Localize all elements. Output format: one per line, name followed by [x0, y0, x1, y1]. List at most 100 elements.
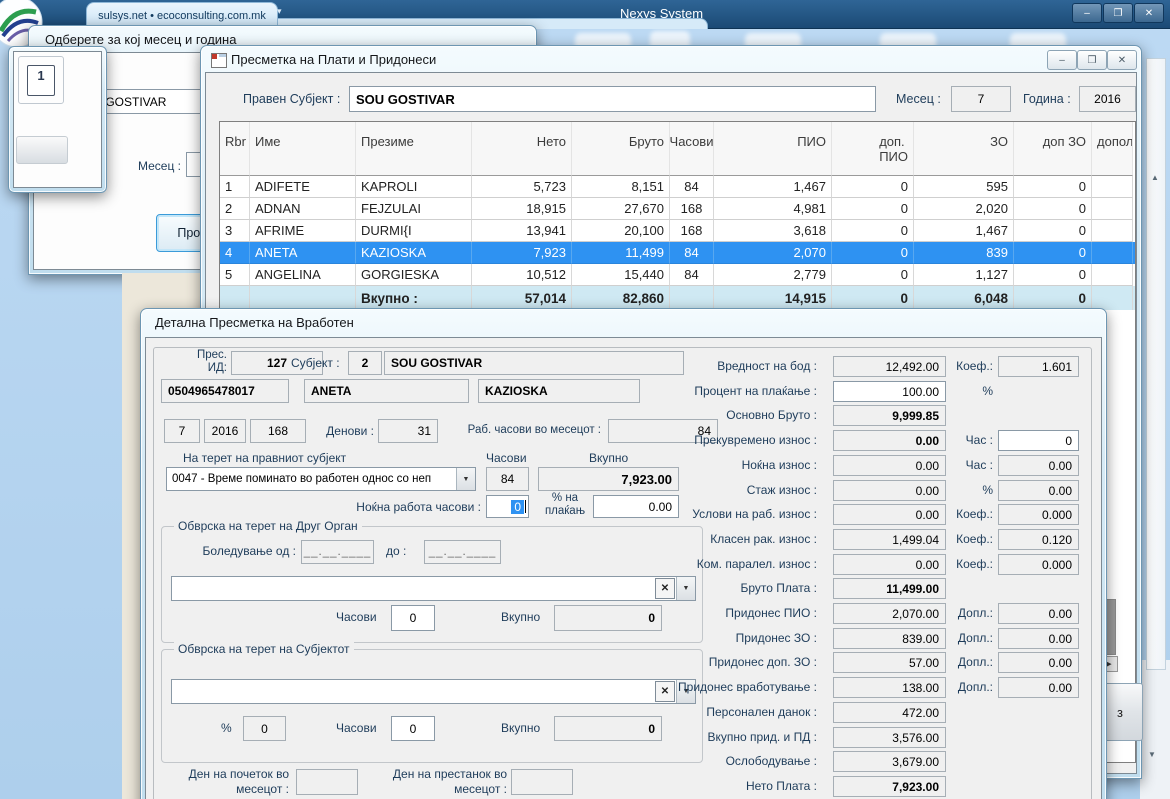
- year-label: Година :: [1023, 92, 1071, 106]
- payroll-window-title: Пресметка на Плати и Придонеси: [231, 52, 436, 67]
- cell-6[interactable]: 2,070: [714, 242, 832, 264]
- column-header-8[interactable]: ЗО: [914, 122, 1014, 176]
- cell-2[interactable]: KAZIOSKA: [356, 242, 472, 264]
- cell-0[interactable]: 5: [220, 264, 250, 286]
- cell-0[interactable]: 4: [220, 242, 250, 264]
- cell-6[interactable]: 3,618: [714, 220, 832, 242]
- cell-1[interactable]: ANGELINA: [250, 264, 356, 286]
- cell-0[interactable]: 2: [220, 198, 250, 220]
- employee-row-4[interactable]: 5ANGELINAGORGIESKA10,51215,440842,77901,…: [220, 264, 1135, 286]
- employee-row-3[interactable]: 4ANETAKAZIOSKA7,92311,499842,07008390: [220, 242, 1135, 264]
- payroll-minimize-button[interactable]: –: [1047, 50, 1077, 70]
- cell-8[interactable]: 2,020: [914, 198, 1014, 220]
- calc-label-1: Процент на плаќање :: [641, 384, 817, 398]
- cell-10[interactable]: [1092, 242, 1133, 264]
- cell-1[interactable]: ADIFETE: [250, 176, 356, 198]
- scroll-up-icon[interactable]: ▲: [1151, 173, 1159, 182]
- column-header-4[interactable]: Бруто: [572, 122, 670, 176]
- column-header-0[interactable]: Rbr: [220, 122, 250, 176]
- calc-extra-value-3[interactable]: 0: [998, 430, 1079, 451]
- cell-8[interactable]: 1,127: [914, 264, 1014, 286]
- column-header-9[interactable]: доп ЗО: [1014, 122, 1092, 176]
- app-minimize-button[interactable]: –: [1072, 3, 1102, 23]
- subject-input[interactable]: SOU GOSTIVAR: [349, 86, 876, 112]
- cell-5[interactable]: 84: [670, 242, 714, 264]
- minimize-icon: –: [1084, 8, 1090, 19]
- column-header-3[interactable]: Нето: [472, 122, 572, 176]
- cell-10[interactable]: [1092, 176, 1133, 198]
- cell-3[interactable]: 18,915: [472, 198, 572, 220]
- cell-2[interactable]: KAPROLI: [356, 176, 472, 198]
- cell-4[interactable]: 20,100: [572, 220, 670, 242]
- cell-4[interactable]: 11,499: [572, 242, 670, 264]
- calc-extra-label-12: Допл.:: [945, 655, 993, 669]
- cell-9[interactable]: 0: [1014, 242, 1092, 264]
- employee-row-0[interactable]: 1ADIFETEKAPROLI5,7238,151841,46705950: [220, 176, 1135, 198]
- mdi-vertical-scrollbar[interactable]: ▲: [1146, 58, 1166, 670]
- cell-9[interactable]: 0: [1014, 220, 1092, 242]
- cell-7[interactable]: 0: [832, 242, 914, 264]
- cell-4[interactable]: 27,670: [572, 198, 670, 220]
- cell-7[interactable]: 0: [832, 220, 914, 242]
- cell-2[interactable]: DURMI{I: [356, 220, 472, 242]
- cell-7[interactable]: 0: [832, 198, 914, 220]
- cell-1[interactable]: ADNAN: [250, 198, 356, 220]
- cell-8[interactable]: 595: [914, 176, 1014, 198]
- cell-10[interactable]: [1092, 264, 1133, 286]
- cell-6[interactable]: 1,467: [714, 176, 832, 198]
- cell-2[interactable]: GORGIESKA: [356, 264, 472, 286]
- cell-8[interactable]: 1,467: [914, 220, 1014, 242]
- column-header-6[interactable]: ПИО: [714, 122, 832, 176]
- cell-4[interactable]: 8,151: [572, 176, 670, 198]
- cell-10[interactable]: [1092, 220, 1133, 242]
- cell-9[interactable]: 0: [1014, 198, 1092, 220]
- cell-5[interactable]: 84: [670, 176, 714, 198]
- cell-0[interactable]: 3: [220, 220, 250, 242]
- app-close-button[interactable]: ✕: [1134, 3, 1164, 23]
- cell-3[interactable]: 13,941: [472, 220, 572, 242]
- calendar-button[interactable]: 1: [18, 56, 64, 104]
- calc-value-1[interactable]: 100.00: [833, 381, 946, 402]
- calc-value-10: 2,070.00: [833, 603, 946, 624]
- cell-5[interactable]: 84: [670, 264, 714, 286]
- payroll-maximize-button[interactable]: ❒: [1077, 50, 1107, 70]
- column-header-5[interactable]: Часови: [670, 122, 714, 176]
- cell-5[interactable]: 168: [670, 220, 714, 242]
- column-header-10[interactable]: допол: [1092, 122, 1133, 176]
- cell-3[interactable]: 5,723: [472, 176, 572, 198]
- toolbar-window-fragment: 1: [8, 46, 107, 193]
- scroll-down-icon[interactable]: ▼: [1148, 750, 1156, 759]
- cell-1[interactable]: AFRIME: [250, 220, 356, 242]
- column-header-7[interactable]: доп. ПИО: [832, 122, 914, 176]
- payroll-close-button[interactable]: ✕: [1107, 50, 1137, 70]
- cell-8[interactable]: 839: [914, 242, 1014, 264]
- column-header-1[interactable]: Име: [250, 122, 356, 176]
- cell-6[interactable]: 2,779: [714, 264, 832, 286]
- calc-extra-value-8: 0.000: [998, 554, 1079, 575]
- column-header-2[interactable]: Презиме: [356, 122, 472, 176]
- cell-6[interactable]: 4,981: [714, 198, 832, 220]
- cell-9[interactable]: 0: [1014, 176, 1092, 198]
- employee-row-1[interactable]: 2ADNANFEJZULAI18,91527,6701684,98102,020…: [220, 198, 1135, 220]
- tab-list-chevron-icon[interactable]: ▾: [277, 6, 282, 17]
- cell-2[interactable]: FEJZULAI: [356, 198, 472, 220]
- cell-7[interactable]: 0: [832, 176, 914, 198]
- cell-1[interactable]: ANETA: [250, 242, 356, 264]
- cell-4[interactable]: 15,440: [572, 264, 670, 286]
- cell-3[interactable]: 10,512: [472, 264, 572, 286]
- background-panel: [1140, 660, 1170, 799]
- calc-extra-value-13: 0.00: [998, 677, 1079, 698]
- cell-7[interactable]: 0: [832, 264, 914, 286]
- cell-5[interactable]: 168: [670, 198, 714, 220]
- cell-0[interactable]: 1: [220, 176, 250, 198]
- employee-row-2[interactable]: 3AFRIMEDURMI{I13,94120,1001683,61801,467…: [220, 220, 1135, 242]
- total-cell-8: 6,048: [914, 286, 1014, 310]
- cell-3[interactable]: 7,923: [472, 242, 572, 264]
- grid-header-row[interactable]: RbrИмеПрезимеНетоБрутоЧасовиПИОдоп. ПИОЗ…: [220, 122, 1135, 176]
- calc-value-9: 11,499.00: [833, 578, 946, 599]
- app-restore-button[interactable]: ❐: [1103, 3, 1133, 23]
- total-cell-3: 57,014: [472, 286, 572, 310]
- calc-extra-value-7: 0.120: [998, 529, 1079, 550]
- cell-9[interactable]: 0: [1014, 264, 1092, 286]
- cell-10[interactable]: [1092, 198, 1133, 220]
